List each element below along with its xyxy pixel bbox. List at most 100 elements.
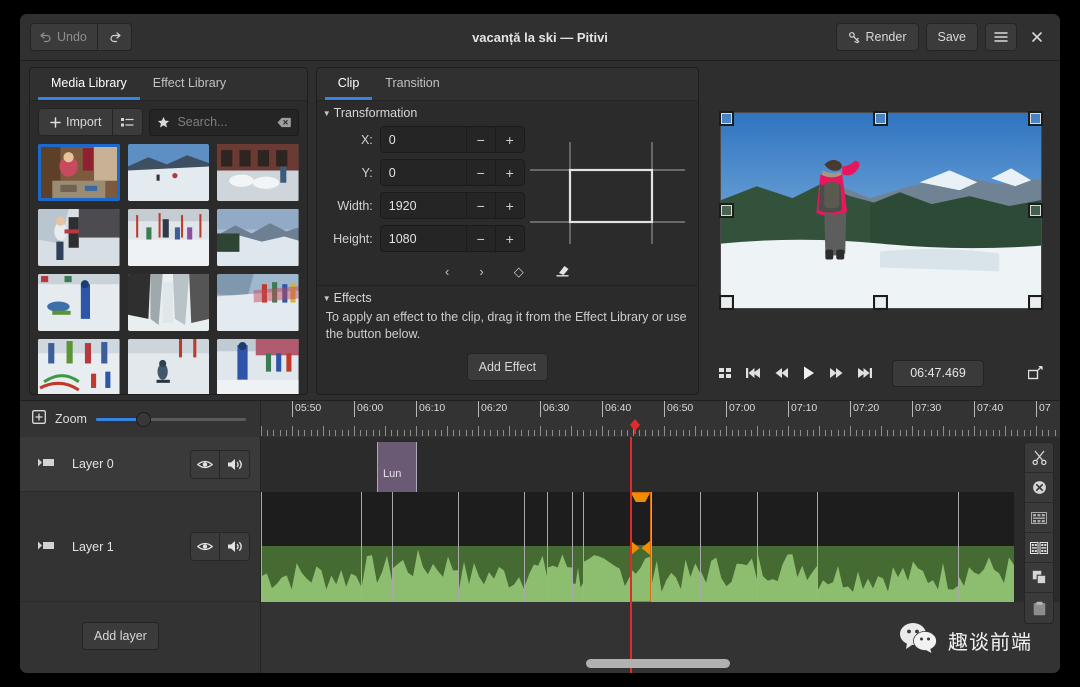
render-button[interactable]: Render [836, 23, 919, 51]
height-decrement-button[interactable]: − [466, 226, 495, 251]
go-to-start-button[interactable] [746, 367, 761, 379]
layer-header-1[interactable]: Layer 1 [20, 492, 260, 602]
tab-clip[interactable]: Clip [325, 68, 373, 100]
x-spinner[interactable]: 0 − + [380, 126, 525, 153]
add-layer-button[interactable]: Add layer [82, 622, 159, 650]
width-increment-button[interactable]: + [495, 193, 524, 218]
save-button[interactable]: Save [926, 23, 979, 51]
media-thumbnail[interactable] [128, 209, 210, 266]
timeline-audio-clip[interactable] [700, 492, 757, 602]
tab-media-library[interactable]: Media Library [38, 68, 140, 100]
effects-section-header[interactable]: ▼ Effects [317, 286, 698, 308]
layer-handle-icon[interactable] [38, 538, 55, 556]
tab-effect-library[interactable]: Effect Library [140, 68, 239, 100]
fullscreen-button[interactable] [1028, 366, 1043, 380]
timeline-audio-clip[interactable] [817, 492, 958, 602]
layer-0-mute-button[interactable] [220, 450, 250, 479]
rewind-button[interactable] [775, 367, 789, 379]
viewer-timecode[interactable]: 06:47.469 [892, 360, 984, 387]
timeline-audio-clip[interactable] [524, 492, 547, 602]
y-decrement-button[interactable]: − [466, 160, 495, 185]
prev-keyframe-button[interactable]: ‹ [445, 264, 449, 279]
width-decrement-button[interactable]: − [466, 193, 495, 218]
video-preview[interactable] [720, 112, 1042, 309]
timeline-audio-clip[interactable] [583, 492, 630, 602]
timeline-audio-clip[interactable] [458, 492, 524, 602]
timeline-audio-clip[interactable] [392, 492, 458, 602]
go-to-end-button[interactable] [857, 367, 872, 379]
timeline-audio-clip[interactable] [651, 492, 700, 602]
delete-clip-button[interactable] [1025, 473, 1053, 503]
timeline-audio-clip[interactable] [261, 492, 361, 602]
layer-1-visibility-button[interactable] [190, 532, 220, 561]
timeline-clip[interactable]: Lun [377, 442, 417, 492]
media-thumbnail[interactable] [128, 274, 210, 331]
forward-button[interactable] [829, 367, 843, 379]
media-thumbnail[interactable] [217, 209, 299, 266]
timeline-audio-clip[interactable] [361, 492, 392, 602]
transformation-section-header[interactable]: ▼ Transformation [317, 101, 698, 123]
split-clip-button[interactable] [1025, 443, 1053, 473]
layer-0-visibility-button[interactable] [190, 450, 220, 479]
media-thumbnail[interactable] [38, 274, 120, 331]
media-thumbnail[interactable] [217, 144, 299, 201]
resize-handle-bottom-center[interactable] [873, 295, 888, 310]
group-clips-button[interactable] [1025, 503, 1053, 533]
zoom-slider-knob[interactable] [136, 412, 151, 427]
media-thumbnail[interactable] [38, 209, 120, 266]
resize-handle-top-right[interactable] [1028, 111, 1043, 126]
tab-transition[interactable]: Transition [372, 68, 452, 100]
timeline-audio-clip[interactable] [630, 492, 651, 602]
x-increment-button[interactable]: + [495, 127, 524, 152]
timeline-audio-clip[interactable] [757, 492, 817, 602]
undock-viewer-button[interactable] [719, 367, 732, 379]
resize-handle-mid-left[interactable] [719, 203, 734, 218]
ungroup-clips-button[interactable] [1025, 533, 1053, 563]
add-keyframe-button[interactable]: ◇ [514, 264, 524, 280]
view-mode-button[interactable] [113, 108, 143, 136]
search-input[interactable]: Search... [149, 109, 298, 136]
width-spinner[interactable]: 1920 − + [380, 192, 525, 219]
timeline-audio-clip[interactable] [572, 492, 583, 602]
resize-handle-bottom-left[interactable] [719, 295, 734, 310]
media-thumbnail[interactable] [217, 339, 299, 395]
track-layer-1[interactable] [261, 492, 1060, 602]
clear-icon[interactable] [277, 117, 291, 128]
height-spinner[interactable]: 1080 − + [380, 225, 525, 252]
layer-handle-icon[interactable] [38, 455, 55, 473]
y-increment-button[interactable]: + [495, 160, 524, 185]
close-window-button[interactable] [1024, 24, 1050, 50]
media-thumbnail[interactable] [217, 274, 299, 331]
timeline-ruler[interactable]: 05:50 06:00 06:10 06:20 06:30 06:40 06:5… [260, 401, 1060, 437]
resize-handle-top-center[interactable] [873, 111, 888, 126]
track-layer-0[interactable]: Lun [261, 437, 1060, 492]
media-thumbnail[interactable] [128, 144, 210, 201]
next-keyframe-button[interactable]: › [479, 264, 483, 279]
height-increment-button[interactable]: + [495, 226, 524, 251]
undo-button[interactable]: Undo [30, 23, 98, 51]
media-thumbnail[interactable] [128, 339, 210, 395]
x-decrement-button[interactable]: − [466, 127, 495, 152]
media-thumbnail[interactable] [38, 144, 120, 201]
layer-1-mute-button[interactable] [220, 532, 250, 561]
layer-header-0[interactable]: Layer 0 [20, 437, 260, 492]
play-button[interactable] [803, 366, 815, 380]
resize-handle-bottom-right[interactable] [1028, 295, 1043, 310]
clear-keyframes-button[interactable] [554, 263, 570, 280]
add-effect-button[interactable]: Add Effect [467, 353, 548, 381]
timeline-audio-clip[interactable] [958, 492, 1014, 602]
paste-button[interactable] [1025, 593, 1053, 623]
media-thumbnail[interactable] [38, 339, 120, 395]
resize-handle-mid-right[interactable] [1028, 203, 1043, 218]
copy-button[interactable] [1025, 563, 1053, 593]
timeline-horizontal-scrollbar[interactable] [260, 659, 1018, 668]
zoom-slider[interactable] [96, 411, 246, 427]
resize-handle-top-left[interactable] [719, 111, 734, 126]
main-menu-button[interactable] [985, 23, 1017, 51]
scrollbar-thumb[interactable] [586, 659, 730, 668]
redo-button[interactable] [98, 23, 132, 51]
y-spinner[interactable]: 0 − + [380, 159, 525, 186]
transformation-preview[interactable] [525, 123, 690, 255]
timeline-audio-clip[interactable] [547, 492, 572, 602]
import-button[interactable]: Import [38, 108, 113, 136]
